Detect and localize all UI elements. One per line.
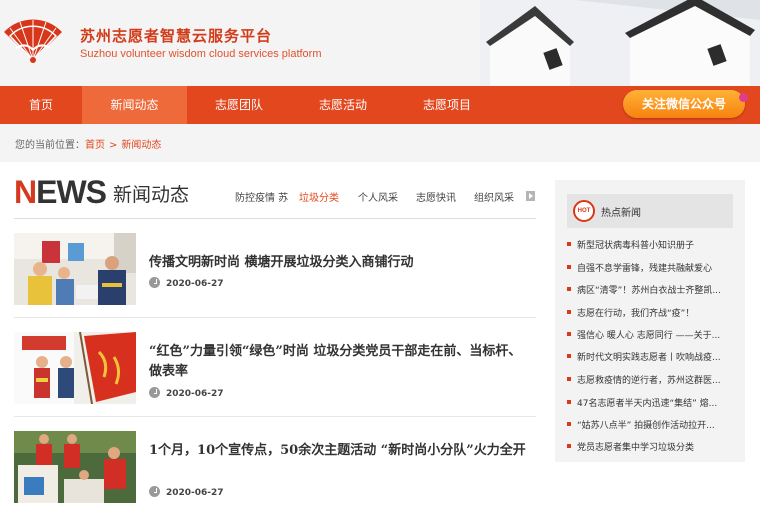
bullet-icon (567, 422, 571, 426)
bullet-icon (567, 354, 571, 358)
news-logo-rest: EWS (36, 174, 107, 210)
clock-icon (149, 486, 160, 497)
bullet-icon (567, 444, 571, 448)
news-title[interactable]: 1个月，10个宣传点，50余次主题活动 “新时尚小分队”火力全开 (149, 441, 534, 461)
follow-wechat-button[interactable]: 关注微信公众号 (623, 90, 745, 118)
hot-news-header: HOT 热点新闻 (567, 194, 733, 228)
breadcrumb-bar: 您的当前位置：首页 > 新闻动态 (0, 124, 760, 162)
hot-news-item-label[interactable]: 47名志愿者半天内迅速“集结” 熔... (577, 399, 717, 409)
news-date-text: 2020-06-27 (166, 488, 224, 498)
bullet-icon (567, 332, 571, 336)
hot-news-item-label[interactable]: 病区“清零”！苏州白衣战士齐整凯... (577, 286, 721, 296)
bullet-icon (567, 400, 571, 404)
site-header: 苏州志愿者智慧云服务平台 Suzhou volunteer wisdom clo… (0, 0, 760, 86)
next-arrow-icon[interactable] (526, 191, 535, 201)
breadcrumb-home-link[interactable]: 首页 (85, 140, 105, 151)
hot-news-item-label[interactable]: 强信心 暖人心 志愿同行 ——关于... (577, 331, 720, 341)
hot-news-item-label[interactable]: 志愿救疫情的逆行者，苏州这群医... (577, 376, 721, 386)
tab-epidemic[interactable]: 防控疫情 苏 (235, 189, 288, 204)
breadcrumb: 您的当前位置：首页 > 新闻动态 (15, 136, 161, 151)
nav-item-home[interactable]: 首页 (0, 86, 82, 124)
fan-logo-icon[interactable] (2, 16, 64, 64)
news-item[interactable]: 1个月，10个宣传点，50余次主题活动 “新时尚小分队”火力全开 2020-06… (14, 431, 536, 505)
hot-news-item-label[interactable]: “姑苏八点半” 拍摄创作活动拉开... (577, 421, 715, 431)
news-date: 2020-06-27 (149, 387, 224, 399)
hot-news-item[interactable]: 党员志愿者集中学习垃圾分类 (567, 440, 733, 456)
hot-news-item-label[interactable]: 新时代文明实践志愿者丨吹响战疫... (577, 353, 721, 363)
nav-item-projects[interactable]: 志愿项目 (395, 86, 499, 124)
news-item[interactable]: 传播文明新时尚 横塘开展垃圾分类入商铺行动 2020-06-27 (14, 233, 536, 307)
news-item[interactable]: “红色”力量引领“绿色”时尚 垃圾分类党员干部走在前、当标杆、做表率 2020-… (14, 332, 536, 406)
hot-news-title: 热点新闻 (601, 208, 641, 219)
hot-news-item-label[interactable]: 志愿在行动，我们齐战“疫”！ (577, 309, 694, 319)
breadcrumb-prefix: 您的当前位置： (15, 140, 85, 151)
breadcrumb-separator: > (109, 140, 118, 151)
tab-volunteer-news[interactable]: 志愿快讯 (416, 189, 456, 204)
section-title: 新闻动态 (113, 184, 190, 206)
hot-news-item[interactable]: 新型冠状病毒科普小知识册子 (567, 238, 733, 254)
news-thumbnail[interactable] (14, 431, 136, 503)
wechat-badge-dot (739, 93, 748, 102)
item-divider (14, 317, 536, 318)
nav-item-activities[interactable]: 志愿活动 (291, 86, 395, 124)
tab-organization[interactable]: 组织风采 (474, 189, 514, 204)
bullet-icon (567, 310, 571, 314)
news-date: 2020-06-27 (149, 486, 224, 498)
bullet-icon (567, 377, 571, 381)
category-tabs: 防控疫情 苏 垃圾分类 个人风采 志愿快讯 组织风采 (232, 189, 522, 205)
hot-news-item-label[interactable]: 新型冠状病毒科普小知识册子 (577, 241, 694, 251)
hot-news-item[interactable]: 志愿在行动，我们齐战“疫”！ (567, 306, 733, 322)
hot-news-item[interactable]: “姑苏八点半” 拍摄创作活动拉开... (567, 418, 733, 434)
clock-icon (149, 277, 160, 288)
site-title-en: Suzhou volunteer wisdom cloud services p… (80, 48, 322, 60)
header-building-image (480, 0, 760, 86)
nav-item-news[interactable]: 新闻动态 (82, 86, 187, 124)
news-date-text: 2020-06-27 (166, 389, 224, 399)
hot-news-item[interactable]: 新时代文明实践志愿者丨吹响战疫... (567, 350, 733, 366)
news-date: 2020-06-27 (149, 277, 224, 289)
news-logo: NEWS (14, 174, 107, 211)
hot-news-item-label[interactable]: 自强不息学雷锋，残建共融献爱心 (577, 264, 712, 274)
breadcrumb-current[interactable]: 新闻动态 (121, 140, 161, 151)
hot-news-item[interactable]: 志愿救疫情的逆行者，苏州这群医... (567, 373, 733, 389)
tab-garbage-sorting[interactable]: 垃圾分类 (299, 189, 339, 204)
news-date-text: 2020-06-27 (166, 279, 224, 289)
news-title[interactable]: 传播文明新时尚 横塘开展垃圾分类入商铺行动 (149, 253, 534, 273)
hot-news-item[interactable]: 病区“清零”！苏州白衣战士齐整凯... (567, 283, 733, 299)
news-logo-n: N (14, 174, 37, 210)
hot-news-sidebar: HOT 热点新闻 新型冠状病毒科普小知识册子 自强不息学雷锋，残建共融献爱心 病… (555, 180, 745, 462)
hot-news-item[interactable]: 自强不息学雷锋，残建共融献爱心 (567, 261, 733, 277)
news-thumbnail[interactable] (14, 233, 136, 305)
hot-news-item-label[interactable]: 党员志愿者集中学习垃圾分类 (577, 443, 694, 453)
site-title-cn: 苏州志愿者智慧云服务平台 (80, 27, 273, 45)
bullet-icon (567, 287, 571, 291)
bullet-icon (567, 242, 571, 246)
news-title[interactable]: “红色”力量引领“绿色”时尚 垃圾分类党员干部走在前、当标杆、做表率 (149, 342, 534, 382)
hot-news-item[interactable]: 47名志愿者半天内迅速“集结” 熔... (567, 396, 733, 412)
section-divider (14, 218, 536, 219)
hot-news-item[interactable]: 强信心 暖人心 志愿同行 ——关于... (567, 328, 733, 344)
bullet-icon (567, 265, 571, 269)
tab-personal[interactable]: 个人风采 (358, 189, 398, 204)
clock-icon (149, 387, 160, 398)
news-thumbnail[interactable] (14, 332, 136, 404)
nav-item-teams[interactable]: 志愿团队 (187, 86, 291, 124)
item-divider (14, 416, 536, 417)
hot-icon: HOT (573, 200, 595, 222)
